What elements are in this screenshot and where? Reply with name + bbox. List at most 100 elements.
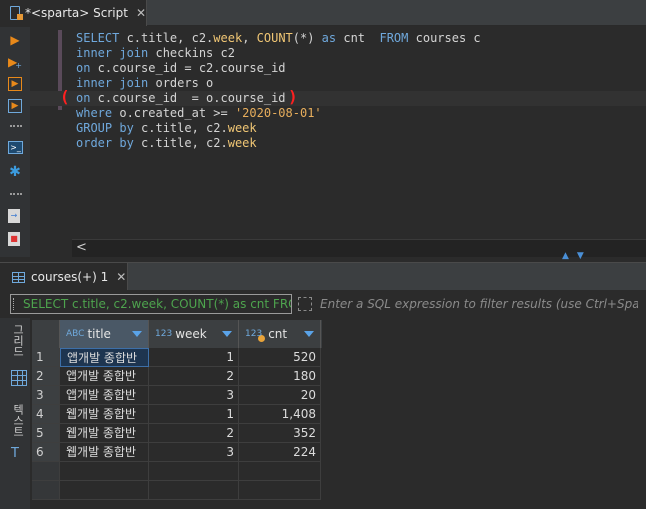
- editor-tab-script[interactable]: *<sparta> Script ✕: [0, 0, 147, 26]
- export-data-icon[interactable]: →: [8, 209, 20, 223]
- cell-week[interactable]: 1: [149, 348, 239, 367]
- sql-line[interactable]: on c.course_id = c2.course_id: [76, 61, 286, 76]
- grid-header: ABC title 123 week 123 cnt: [32, 320, 322, 348]
- execute-script-icon[interactable]: ▶: [8, 77, 22, 91]
- row-number[interactable]: 4: [32, 405, 60, 424]
- sql-token: by: [119, 121, 134, 135]
- cell-title[interactable]: 앱개발 종합반: [60, 348, 149, 367]
- filter-bar: SELECT c.title, c2.week, COUNT(*) as cnt…: [0, 290, 646, 318]
- sql-token: ,: [242, 31, 257, 45]
- cell-cnt[interactable]: 352: [239, 424, 321, 443]
- sql-token: week: [227, 121, 257, 135]
- filter-query-preview[interactable]: SELECT c.title, c2.week, COUNT(*) as cnt…: [10, 294, 292, 314]
- table-row[interactable]: 5 웹개발 종합반 2 352: [32, 424, 322, 443]
- results-side-panel: 그리드 텍스트 T: [0, 318, 30, 509]
- sql-line[interactable]: inner join orders o: [76, 76, 213, 91]
- cell-title[interactable]: 웹개발 종합반: [60, 424, 149, 443]
- column-header-cnt[interactable]: 123 cnt: [239, 320, 321, 348]
- empty-row: [32, 462, 322, 481]
- row-number[interactable]: 6: [32, 443, 60, 462]
- column-header-title[interactable]: ABC title: [60, 320, 149, 348]
- grid-view-button[interactable]: 그리드: [8, 324, 28, 357]
- row-number[interactable]: 5: [32, 424, 60, 443]
- cell-week[interactable]: 2: [149, 367, 239, 386]
- sort-icon[interactable]: [304, 331, 314, 337]
- cell-cnt[interactable]: 180: [239, 367, 321, 386]
- sql-line[interactable]: inner join checkins c2: [76, 46, 235, 61]
- results-tab[interactable]: courses(+) 1 ✕: [0, 263, 128, 291]
- table-row[interactable]: 6 웹개발 종합반 3 224: [32, 443, 322, 462]
- cell-title[interactable]: 앱개발 종합반: [60, 386, 149, 405]
- row-number[interactable]: 1: [32, 348, 60, 367]
- expand-icon[interactable]: [298, 297, 312, 311]
- table-row[interactable]: 2 앱개발 종합반 2 180: [32, 367, 322, 386]
- sql-editor[interactable]: SELECT c.title, c2.week, COUNT(*) as cnt…: [30, 27, 646, 257]
- column-header-week[interactable]: 123 week: [149, 320, 239, 348]
- scroll-left-icon[interactable]: <: [76, 240, 87, 255]
- sql-line[interactable]: order by c.title, c2.week: [76, 136, 257, 151]
- cell-cnt[interactable]: 20: [239, 386, 321, 405]
- load-execution-plan-icon[interactable]: ✱: [8, 165, 22, 179]
- column-header-label: cnt: [268, 327, 288, 341]
- cell-week[interactable]: 1: [149, 405, 239, 424]
- empty-cell: [239, 462, 321, 481]
- sql-token: SELECT: [76, 31, 120, 45]
- execute-statement-icon[interactable]: ▶: [8, 33, 22, 47]
- table-row[interactable]: 4 웹개발 종합반 1 1,408: [32, 405, 322, 424]
- results-tab-label: courses(+) 1: [31, 270, 109, 284]
- execute-script-new-tabs-icon[interactable]: ▶: [8, 99, 22, 113]
- table-row[interactable]: 1 앱개발 종합반 1 520: [32, 348, 322, 367]
- grid-view-label: 그리드: [11, 324, 25, 357]
- sql-token: (*): [292, 31, 322, 45]
- cell-cnt[interactable]: 224: [239, 443, 321, 462]
- sql-token: order: [76, 136, 113, 150]
- cell-title[interactable]: 웹개발 종합반: [60, 443, 149, 462]
- horizontal-scrollbar[interactable]: <: [72, 239, 646, 257]
- empty-cell: [239, 481, 321, 500]
- editor-tab-strip: *<sparta> Script ✕: [0, 0, 646, 26]
- cell-cnt[interactable]: 1,408: [239, 405, 321, 424]
- row-number: [32, 481, 60, 500]
- sort-icon[interactable]: [222, 331, 232, 337]
- sql-line[interactable]: on c.course_id = o.course_id: [30, 91, 646, 106]
- sql-token: GROUP: [76, 121, 113, 135]
- row-number[interactable]: 3: [32, 386, 60, 405]
- sql-token: c.title, c2.: [133, 121, 228, 135]
- filter-query-text: SELECT c.title, c2.week, COUNT(*) as cnt…: [23, 297, 292, 311]
- cell-cnt[interactable]: 520: [239, 348, 321, 367]
- sql-line[interactable]: GROUP by c.title, c2.week: [76, 121, 257, 136]
- sql-token: week: [227, 136, 257, 150]
- open-output-icon[interactable]: ■: [8, 232, 20, 246]
- cell-title[interactable]: 앱개발 종합반: [60, 367, 149, 386]
- close-icon[interactable]: ✕: [136, 6, 146, 20]
- cell-title[interactable]: 웹개발 종합반: [60, 405, 149, 424]
- sort-icon[interactable]: [132, 331, 142, 337]
- row-number-header[interactable]: [32, 320, 60, 348]
- table-row[interactable]: 3 앱개발 종합반 3 20: [32, 386, 322, 405]
- bracket-highlight-left: (: [60, 87, 70, 106]
- sql-token: by: [119, 136, 134, 150]
- filter-input[interactable]: [320, 294, 638, 314]
- explain-plan-icon[interactable]: >_: [8, 141, 23, 154]
- sql-token: inner join: [76, 46, 149, 60]
- sql-line[interactable]: where o.created_at >= '2020-08-01': [76, 106, 322, 121]
- sql-line[interactable]: SELECT c.title, c2.week, COUNT(*) as cnt…: [76, 31, 481, 46]
- sql-token: FROM: [379, 31, 409, 45]
- grid-view-icon[interactable]: [11, 370, 27, 386]
- sql-token: c.title, c2.: [133, 136, 228, 150]
- row-number[interactable]: 2: [32, 367, 60, 386]
- sql-token: COUNT: [256, 31, 293, 45]
- column-header-label: title: [87, 327, 111, 341]
- cell-week[interactable]: 3: [149, 386, 239, 405]
- close-icon[interactable]: ✕: [116, 270, 126, 284]
- cell-week[interactable]: 2: [149, 424, 239, 443]
- text-view-button[interactable]: 텍스트: [8, 404, 28, 437]
- panel-collapse-arrows[interactable]: ▲▼: [562, 251, 592, 261]
- sql-token: '2020-08-01': [234, 106, 322, 120]
- execute-statement-new-tab-icon[interactable]: ▶ +: [8, 55, 22, 70]
- cell-week[interactable]: 3: [149, 443, 239, 462]
- text-view-icon[interactable]: T: [11, 446, 19, 461]
- results-grid[interactable]: ABC title 123 week 123 cnt 1 앱개발 종합반 1 520 2…: [32, 320, 646, 509]
- text-view-label: 텍스트: [11, 404, 25, 437]
- sql-token: as: [321, 31, 337, 45]
